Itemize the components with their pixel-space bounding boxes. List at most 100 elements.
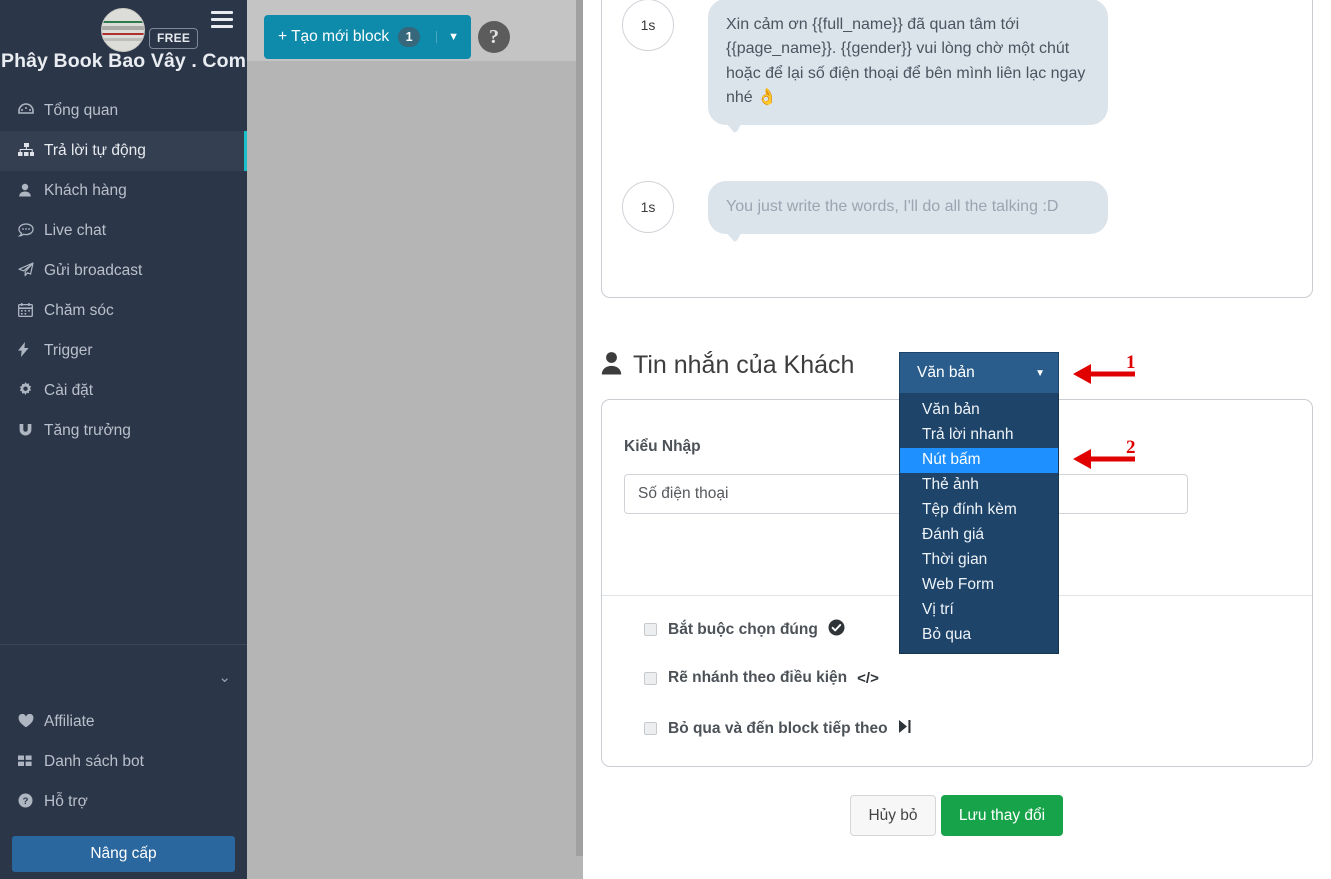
option-label: Bắt buộc chọn đúng [668,620,818,638]
dropdown-option-tra-loi-nhanh[interactable]: Trả lời nhanh [900,423,1058,448]
message-bubble[interactable]: Xin cảm ơn {{full_name}} đã quan tâm tới… [708,0,1108,126]
user-icon [18,183,44,200]
dropdown-option-nut-bam[interactable]: Nút bấm [900,448,1058,473]
sidebar-item-label: Tổng quan [44,102,119,119]
create-block-button[interactable]: + Tạo mới block 1 ▼ [264,15,471,59]
dropdown-option-vi-tri[interactable]: Vị trí [900,598,1058,623]
dashboard-icon [18,102,44,120]
sidebar-item-label: Trigger [44,342,93,359]
sidebar-item-cham-soc[interactable]: Chăm sóc [0,291,247,331]
sidebar-item-label: Khách hàng [44,182,127,199]
sidebar-nav: Tổng quan Trả lời tự động Khách hàng Liv… [0,91,247,451]
chevron-down-icon[interactable]: ▼ [436,31,459,43]
sidebar-item-label: Live chat [44,222,107,239]
chat-message-row: 1s Xin cảm ơn {{full_name}} đã quan tâm … [622,0,1108,126]
sidebar-item-gui-broadcast[interactable]: Gửi broadcast [0,251,247,291]
chevron-down-icon: ▼ [1035,367,1045,379]
checkbox[interactable] [644,671,657,685]
heart-icon [18,713,44,731]
sidebar-header: FREE Phây Book Bao Vây . Com [0,0,247,88]
message-type-dropdown: Văn bản ▼ Văn bản Trả lời nhanh Nút bấm … [899,352,1059,654]
check-circle-icon [828,619,845,640]
input-type-label: Kiểu Nhập [624,438,701,455]
calendar-icon [18,302,44,320]
dropdown-option-tep-dinh-kem[interactable]: Tệp đính kèm [900,498,1058,523]
dropdown-option-van-ban[interactable]: Văn bản [900,398,1058,423]
sidebar: FREE Phây Book Bao Vây . Com Tổng quan T… [0,0,247,879]
option-row-bo-qua-va-den-block-tiep-theo[interactable]: Bỏ qua và đến block tiếp theo [644,719,912,738]
sidebar-item-label: Hỗ trợ [44,793,88,810]
dropdown-option-danh-gia[interactable]: Đánh giá [900,523,1058,548]
step-forward-icon [898,719,912,738]
brand-title: Phây Book Bao Vây . Com [0,50,247,72]
sidebar-item-affiliate[interactable]: Affiliate [0,702,247,742]
annotation-number: 2 [1126,437,1136,458]
annotation-arrow-2: 2 [1069,437,1149,473]
chat-message-row: 1s You just write the words, I'll do all… [622,181,1108,235]
sidebar-item-trigger[interactable]: Trigger [0,331,247,371]
checkbox[interactable] [644,722,657,735]
sidebar-item-label: Gửi broadcast [44,262,143,279]
hamburger-menu-icon[interactable] [211,11,233,28]
sidebar-item-danh-sach-bot[interactable]: Danh sách bot [0,742,247,782]
cancel-button[interactable]: Hủy bỏ [850,795,936,836]
user-icon [601,351,622,380]
gear-icon [18,382,44,400]
section-header: Tin nhắn của Khách [601,351,854,380]
sidebar-item-tong-quan[interactable]: Tổng quan [0,91,247,131]
save-changes-button[interactable]: Lưu thay đổi [941,795,1063,836]
page-title: Tin nhắn của Khách [633,351,855,379]
sidebar-item-label: Affiliate [44,713,95,730]
sidebar-item-tang-truong[interactable]: Tăng trưởng [0,411,247,451]
sidebar-item-label: Danh sách bot [44,753,144,770]
sidebar-item-tra-loi-tu-dong[interactable]: Trả lời tự động [0,131,247,171]
plan-badge: FREE [149,28,199,49]
blocks-column: + Tạo mới block 1 ▼ ? [247,0,583,879]
sidebar-item-cai-dat[interactable]: Cài đặt [0,371,247,411]
svg-text:?: ? [23,796,29,807]
chevron-down-icon[interactable]: ⌄ [218,668,231,686]
blocks-toolbar: + Tạo mới block 1 ▼ ? [247,0,583,61]
create-block-label: + Tạo mới block [278,28,390,45]
comment-icon [17,222,44,240]
block-count-badge: 1 [398,27,421,47]
editor-panel: 1s Xin cảm ơn {{full_name}} đã quan tâm … [583,0,1331,879]
help-button[interactable]: ? [478,21,510,53]
app-root: FREE Phây Book Bao Vây . Com Tổng quan T… [0,0,1331,879]
option-row-re-nhanh-theo-dieu-kien[interactable]: Rẽ nhánh theo điều kiện </> [644,669,879,687]
message-bubble[interactable]: You just write the words, I'll do all th… [708,181,1108,235]
delay-badge[interactable]: 1s [622,0,674,51]
magnet-icon [18,423,44,440]
dropdown-option-web-form[interactable]: Web Form [900,573,1058,598]
message-type-dropdown-button[interactable]: Văn bản ▼ [899,352,1059,394]
sidebar-item-khach-hang[interactable]: Khách hàng [0,171,247,211]
dropdown-option-the-anh[interactable]: Thẻ ảnh [900,473,1058,498]
sidebar-item-label: Cài đặt [44,382,94,399]
upgrade-button[interactable]: Nâng cấp [12,836,235,872]
message-type-selected-label: Văn bản [917,364,975,381]
vertical-scrollbar[interactable] [576,0,583,856]
sidebar-item-label: Tăng trưởng [44,422,131,439]
annotation-arrow-1: 1 [1069,352,1149,388]
sidebar-item-ho-tro[interactable]: ? Hỗ trợ [0,782,247,822]
question-circle-icon: ? [18,793,44,811]
delay-badge[interactable]: 1s [622,181,674,233]
bot-message-card: 1s Xin cảm ơn {{full_name}} đã quan tâm … [601,0,1313,298]
dropdown-option-thoi-gian[interactable]: Thời gian [900,548,1058,573]
bolt-icon [18,342,44,360]
sitemap-icon [18,142,44,160]
paper-plane-icon [18,262,44,280]
option-row-bat-buoc-chon-dung[interactable]: Bắt buộc chọn đúng [644,619,845,640]
dropdown-option-bo-qua[interactable]: Bỏ qua [900,623,1058,648]
sidebar-divider [0,644,247,645]
code-icon: </> [857,669,879,687]
annotation-number: 1 [1126,352,1136,373]
sidebar-nav-bottom: Affiliate Danh sách bot ? Hỗ trợ [0,702,247,822]
option-label: Bỏ qua và đến block tiếp theo [668,719,888,737]
option-label: Rẽ nhánh theo điều kiện [668,669,848,686]
grid-icon [18,754,44,771]
message-type-option-list: Văn bản Trả lời nhanh Nút bấm Thẻ ảnh Tệ… [899,394,1059,654]
checkbox[interactable] [644,623,657,636]
sidebar-item-live-chat[interactable]: Live chat [0,211,247,251]
brand-avatar [101,8,145,52]
